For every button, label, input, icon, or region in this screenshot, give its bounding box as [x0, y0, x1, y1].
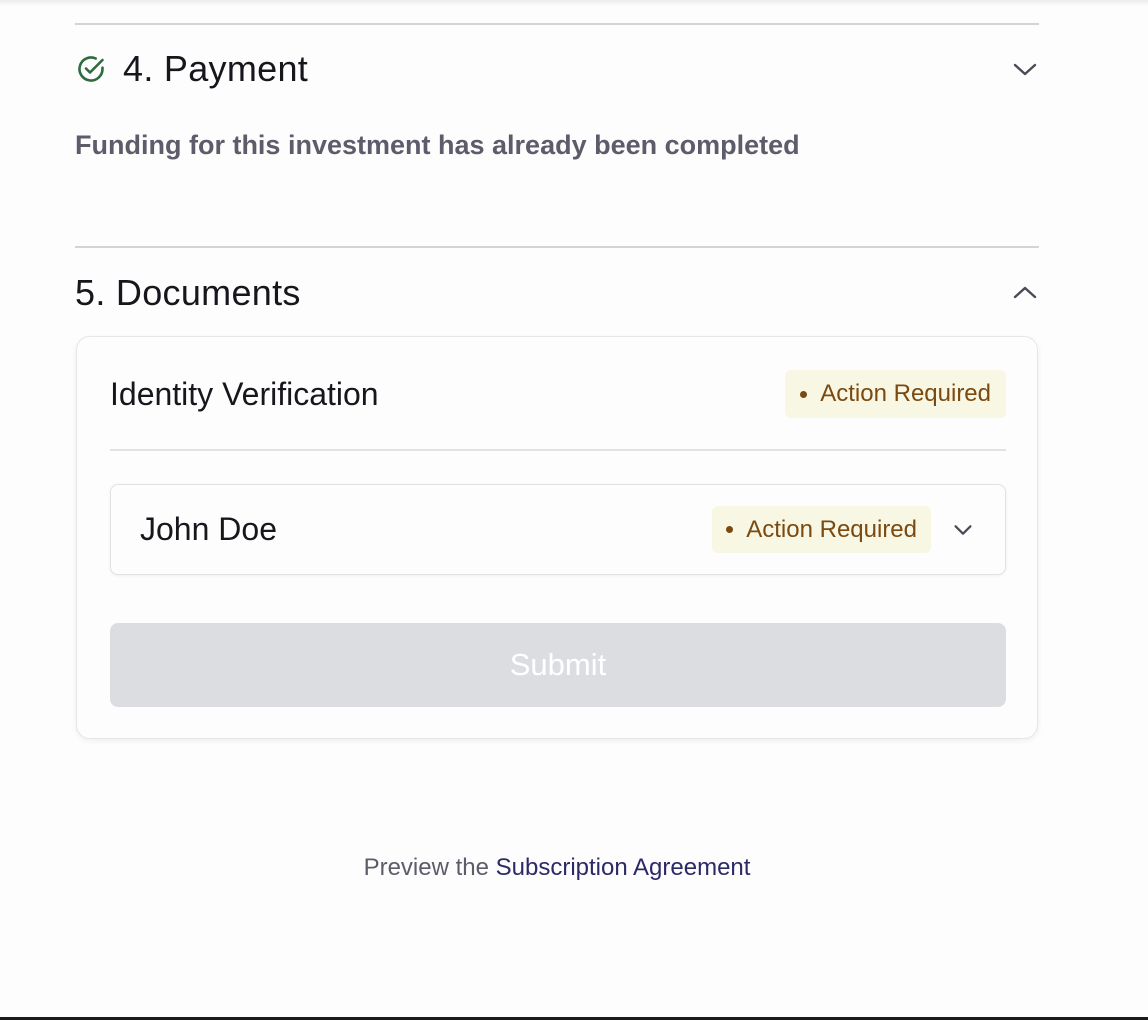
- status-badge: Action Required: [785, 370, 1006, 418]
- card-header: Identity Verification Action Required: [110, 369, 1006, 419]
- payment-status-text: Funding for this investment has already …: [75, 130, 800, 160]
- identity-verification-card: Identity Verification Action Required Jo…: [76, 336, 1038, 739]
- chevron-up-icon[interactable]: [1011, 279, 1039, 307]
- payment-section-header[interactable]: 4. Payment: [75, 47, 1039, 91]
- card-divider: [110, 449, 1006, 451]
- payment-section-title: 4. Payment: [123, 48, 309, 89]
- status-badge-label: Action Required: [820, 380, 991, 407]
- status-dot-icon: [800, 390, 808, 398]
- chevron-down-icon[interactable]: [949, 516, 977, 544]
- signer-row-john-doe[interactable]: John Doe Action Required: [110, 484, 1006, 575]
- preview-prefix: Preview the: [363, 854, 489, 881]
- signer-name: John Doe: [140, 511, 277, 547]
- submit-button[interactable]: Submit: [110, 623, 1006, 707]
- documents-section-header[interactable]: 5. Documents: [75, 271, 1039, 315]
- card-title: Identity Verification: [110, 375, 379, 412]
- preview-agreement-line: Preview the Subscription Agreement: [0, 854, 1114, 882]
- documents-section-title: 5. Documents: [75, 272, 301, 313]
- chevron-down-icon[interactable]: [1011, 55, 1039, 83]
- signer-status-badge: Action Required: [712, 506, 931, 553]
- top-shadow: [0, 0, 1148, 6]
- section-divider: [75, 23, 1039, 25]
- status-dot-icon: [726, 526, 734, 533]
- check-circle-icon: [75, 53, 107, 85]
- section-divider: [75, 246, 1039, 248]
- signer-status-label: Action Required: [746, 515, 917, 543]
- subscription-agreement-link[interactable]: Subscription Agreement: [496, 854, 751, 881]
